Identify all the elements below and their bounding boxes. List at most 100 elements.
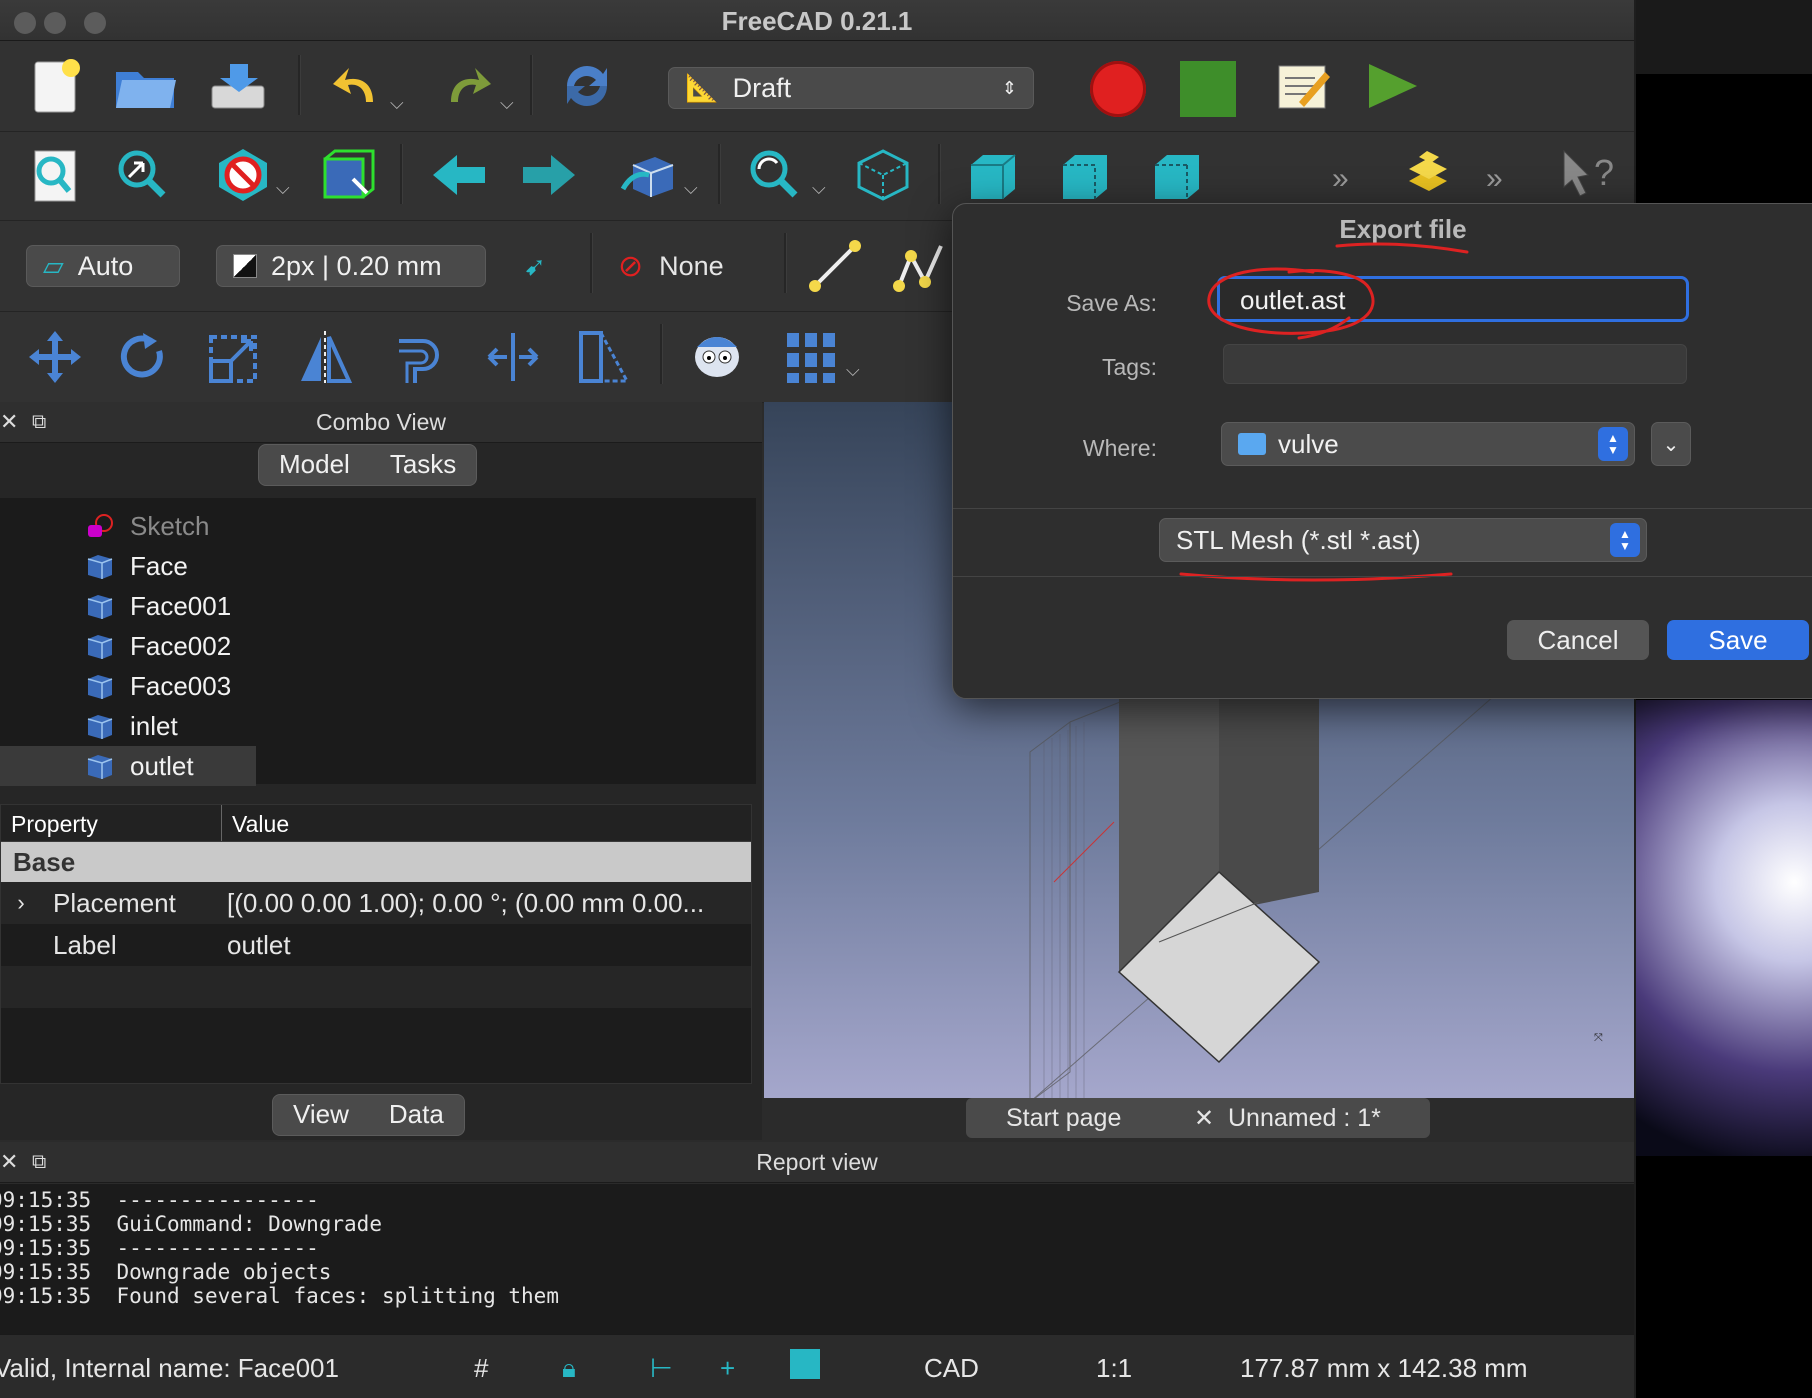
grid-icon[interactable]: #: [474, 1353, 488, 1384]
workbench-selector[interactable]: 📐 Draft ⇕: [668, 67, 1034, 109]
move-icon[interactable]: [20, 322, 90, 392]
save-button[interactable]: Save: [1667, 620, 1809, 660]
macros-icon[interactable]: [1268, 51, 1338, 121]
report-view-header: ✕ ⧉ Report view: [0, 1142, 1634, 1183]
line-style-button[interactable]: 2px | 0.20 mm: [216, 245, 486, 287]
file-format-select[interactable]: STL Mesh (*.stl *.ast) ▲ ▼: [1159, 518, 1647, 562]
right-view-icon[interactable]: [1142, 140, 1212, 210]
save-icon[interactable]: [202, 51, 272, 121]
bounding-box-icon[interactable]: [312, 140, 382, 210]
export-file-dialog: Export file Save As: outlet.ast Tags: Wh…: [952, 203, 1812, 699]
draft-workbench-icon: 📐: [685, 73, 719, 103]
workbench-label: Draft: [732, 72, 792, 103]
property-column-header[interactable]: Property: [1, 805, 222, 841]
standard-views-dropdown-icon[interactable]: ⌵: [684, 178, 698, 199]
fit-all-icon[interactable]: [20, 140, 90, 210]
working-plane-button[interactable]: ▱ Auto: [26, 245, 180, 287]
float-panel-icon[interactable]: ⧉: [32, 402, 46, 442]
draw-style-icon[interactable]: [208, 140, 278, 210]
none-icon: ⊘: [618, 250, 644, 283]
redo-icon[interactable]: [432, 51, 502, 121]
draft-to-sketch-icon[interactable]: [682, 322, 752, 392]
execute-macro-icon[interactable]: [1356, 51, 1426, 121]
more-tools-icon[interactable]: »: [1332, 162, 1349, 196]
snap-working-plane-icon[interactable]: [790, 1349, 820, 1379]
offset-icon[interactable]: [384, 322, 454, 392]
stop-macro-button[interactable]: [1180, 61, 1236, 117]
array-dropdown-icon[interactable]: ⌵: [846, 360, 860, 381]
snap-ortho-icon[interactable]: +: [720, 1353, 735, 1384]
tree-item-face001[interactable]: Face001: [0, 586, 756, 626]
tab-data[interactable]: Data: [369, 1095, 464, 1135]
construction-mode-icon[interactable]: ➹: [524, 251, 546, 282]
isometric-view-icon[interactable]: [848, 140, 918, 210]
new-document-icon[interactable]: [20, 51, 90, 121]
draw-style-dropdown-icon[interactable]: ⌵: [276, 178, 290, 199]
front-view-icon[interactable]: [958, 140, 1028, 210]
line-width-label: 2px | 0.20 mm: [271, 250, 442, 281]
trimex-icon[interactable]: [570, 322, 640, 392]
whats-this-icon[interactable]: ?: [1554, 140, 1624, 210]
log-line: 09:15:35 ----------------: [0, 1236, 319, 1260]
hatch-selector[interactable]: ⊘ None: [618, 249, 724, 284]
tab-view[interactable]: View: [273, 1095, 369, 1135]
open-folder-icon[interactable]: [110, 51, 180, 121]
scale-icon[interactable]: [200, 322, 270, 392]
fit-selection-icon[interactable]: [108, 140, 178, 210]
snap-dimension-icon[interactable]: ⊢: [650, 1353, 673, 1384]
forward-arrow-icon[interactable]: [514, 140, 584, 210]
mirror-icon[interactable]: [290, 322, 360, 392]
redo-dropdown-icon[interactable]: ⌵: [500, 93, 514, 114]
tree-item-inlet[interactable]: inlet: [0, 706, 756, 746]
expand-arrow-icon[interactable]: ›: [1, 890, 41, 916]
expand-dialog-button[interactable]: ⌄: [1651, 422, 1691, 466]
combo-view-title: Combo View: [316, 409, 446, 435]
close-tab-icon[interactable]: ✕: [1194, 1104, 1214, 1133]
tab-start-page[interactable]: Start page: [1006, 1104, 1121, 1133]
label-value[interactable]: outlet: [213, 930, 291, 961]
back-arrow-icon[interactable]: [424, 140, 494, 210]
property-row-label[interactable]: Label outlet: [1, 924, 751, 966]
navigation-style[interactable]: CAD: [924, 1353, 979, 1384]
close-icon[interactable]: ✕: [0, 402, 18, 442]
snap-lock-icon[interactable]: 🔒︎: [562, 1353, 576, 1385]
tree-item-face002[interactable]: Face002: [0, 626, 756, 666]
line-tool-icon[interactable]: [800, 231, 870, 301]
value-column-header[interactable]: Value: [222, 805, 299, 841]
tab-unnamed-document[interactable]: Unnamed : 1*: [1228, 1104, 1381, 1133]
polyline-tool-icon[interactable]: [886, 231, 956, 301]
tree-item-outlet[interactable]: outlet: [0, 746, 256, 786]
log-line: 09:15:35 Found several faces: splitting …: [0, 1284, 559, 1308]
tree-item-face003[interactable]: Face003: [0, 666, 756, 706]
report-view-log[interactable]: 09:15:35 ---------------- 09:15:35 GuiCo…: [0, 1184, 1634, 1334]
stretch-icon[interactable]: [478, 322, 548, 392]
array-tools-icon[interactable]: [776, 322, 846, 392]
tags-input[interactable]: [1223, 344, 1687, 384]
property-group-base: Base: [1, 842, 751, 882]
standard-views-icon[interactable]: [614, 140, 684, 210]
record-macro-button[interactable]: [1090, 61, 1146, 117]
rotate-icon[interactable]: [108, 322, 178, 392]
cancel-button[interactable]: Cancel: [1507, 620, 1649, 660]
zoom-dropdown-icon[interactable]: ⌵: [812, 178, 826, 199]
zoom-icon[interactable]: [740, 140, 810, 210]
tree-item-face[interactable]: Face: [0, 546, 756, 586]
tab-model[interactable]: Model: [259, 445, 370, 485]
more-tools-2-icon[interactable]: »: [1486, 162, 1503, 196]
line-color-icon: [233, 254, 257, 278]
property-row-placement[interactable]: › Placement [(0.00 0.00 1.00); 0.00 °; (…: [1, 882, 751, 924]
part-stack-icon[interactable]: [1394, 140, 1464, 210]
refresh-icon[interactable]: [552, 51, 622, 121]
scale-indicator[interactable]: 1:1: [1096, 1353, 1132, 1384]
placement-value[interactable]: [(0.00 0.00 1.00); 0.00 °; (0.00 mm 0.00…: [213, 888, 704, 919]
top-view-icon[interactable]: [1050, 140, 1120, 210]
close-icon[interactable]: ✕: [0, 1142, 18, 1182]
save-as-label: Save As:: [1066, 290, 1157, 316]
undo-icon[interactable]: [322, 51, 392, 121]
tree-item-sketch[interactable]: Sketch: [0, 506, 756, 546]
undo-dropdown-icon[interactable]: ⌵: [390, 93, 404, 114]
where-location-select[interactable]: vulve ▲ ▼: [1221, 422, 1635, 466]
svg-text:?: ?: [1594, 152, 1614, 193]
tab-tasks[interactable]: Tasks: [370, 445, 476, 485]
float-panel-icon[interactable]: ⧉: [32, 1142, 46, 1182]
